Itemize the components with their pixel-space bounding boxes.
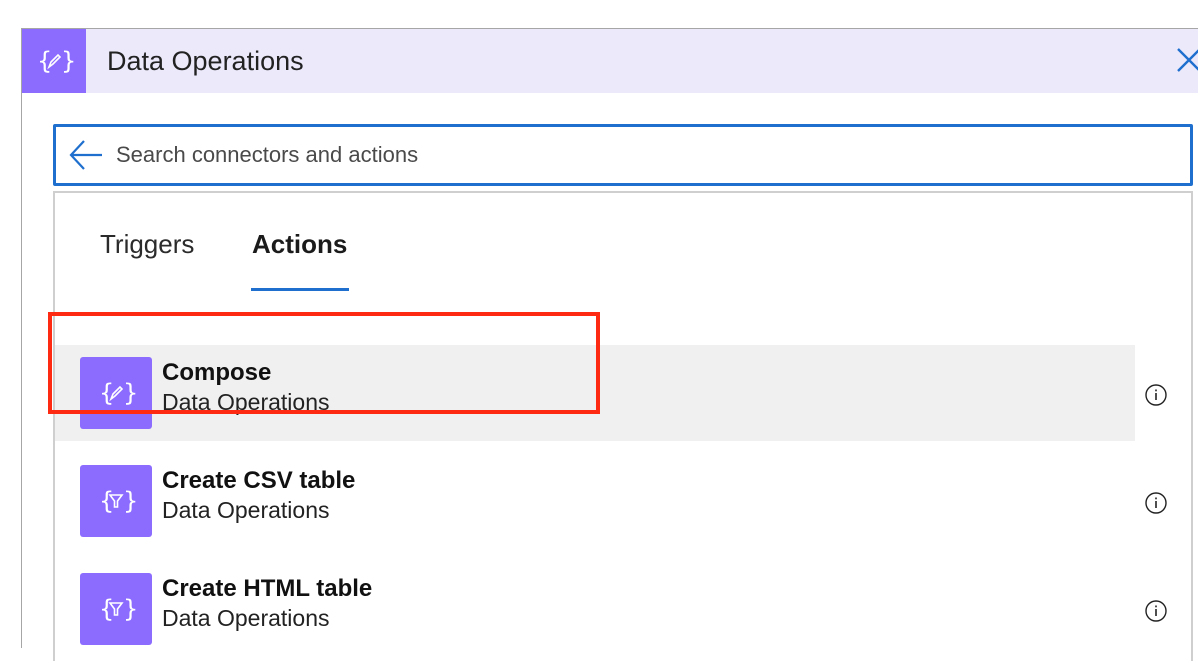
compose-icon: { } xyxy=(80,357,152,429)
action-connector: Data Operations xyxy=(162,497,330,523)
action-name: Compose xyxy=(162,359,272,386)
filter-icon: { } xyxy=(80,465,152,537)
info-icon[interactable] xyxy=(1144,491,1168,515)
header-title: Data Operations xyxy=(107,46,304,76)
tab-triggers[interactable]: Triggers xyxy=(100,229,194,260)
action-create-html-table[interactable]: { } Create HTML table Data Operations xyxy=(55,561,1135,657)
active-tab-indicator xyxy=(251,288,349,291)
action-connector: Data Operations xyxy=(162,389,330,415)
filter-icon: { } xyxy=(80,573,152,645)
connector-header: { } Data Operations xyxy=(22,29,1198,93)
close-icon[interactable] xyxy=(1174,45,1198,75)
action-picker-panel: { } Data Operations Triggers Actions xyxy=(21,28,1198,661)
info-icon[interactable] xyxy=(1144,599,1168,623)
svg-text:{: { xyxy=(99,487,114,515)
action-name: Create CSV table xyxy=(162,467,356,494)
svg-text:}: } xyxy=(61,47,74,75)
action-create-csv-table[interactable]: { } Create CSV table Data Operations xyxy=(55,453,1135,549)
svg-text:{: { xyxy=(37,47,52,75)
actions-list-container: Triggers Actions { } Compose Data Operat… xyxy=(53,191,1193,661)
data-operations-icon: { } xyxy=(22,29,86,93)
search-input[interactable] xyxy=(114,135,1174,175)
svg-text:{: { xyxy=(99,379,114,407)
action-compose[interactable]: { } Compose Data Operations xyxy=(55,345,1135,441)
back-arrow-icon[interactable] xyxy=(68,138,104,172)
svg-text:}: } xyxy=(123,487,136,515)
info-icon[interactable] xyxy=(1144,383,1168,407)
svg-text:{: { xyxy=(99,595,114,623)
tab-actions[interactable]: Actions xyxy=(252,229,347,260)
svg-text:}: } xyxy=(123,379,136,407)
action-name: Create HTML table xyxy=(162,575,373,602)
action-connector: Data Operations xyxy=(162,605,330,631)
svg-text:}: } xyxy=(123,595,136,623)
search-box xyxy=(53,124,1193,186)
